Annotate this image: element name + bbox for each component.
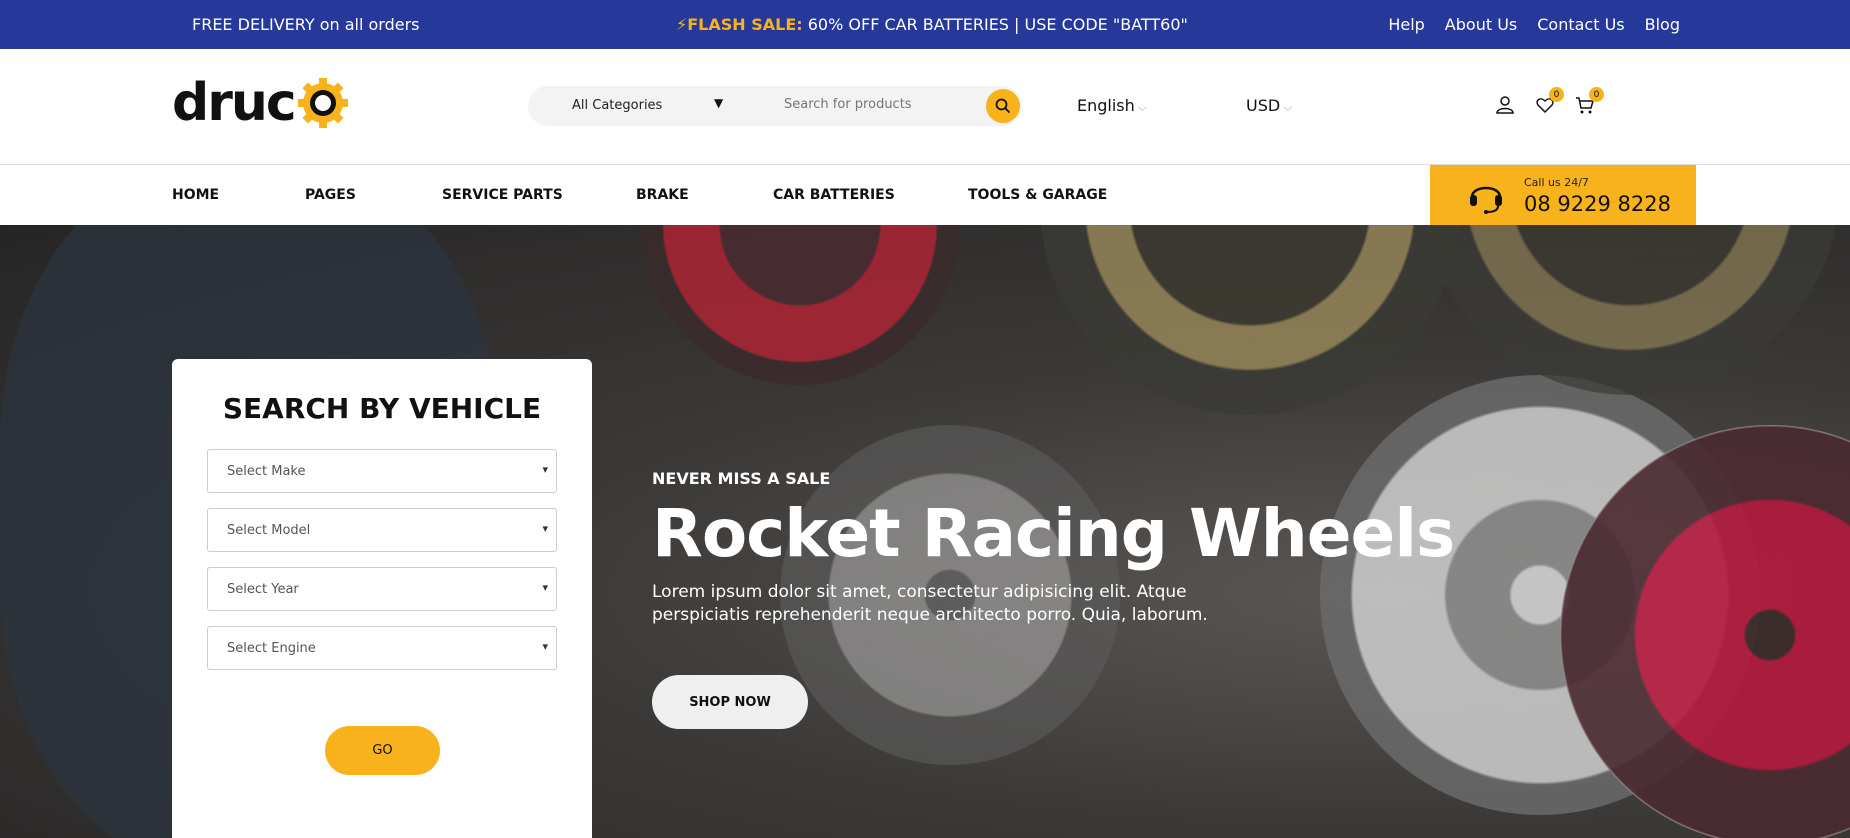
site-header: druc All Categories ▼ Search for product…: [0, 49, 1850, 165]
language-selector[interactable]: English ⌵: [1077, 96, 1147, 115]
hero-description: Lorem ipsum dolor sit amet, consectetur …: [652, 582, 1208, 625]
chevron-down-icon: ▾: [542, 581, 548, 594]
flash-sale-label: FLASH SALE:: [687, 15, 803, 34]
blog-link[interactable]: Blog: [1645, 15, 1680, 34]
hero-wheel-image: [640, 225, 960, 385]
select-engine-label: Select Engine: [227, 641, 316, 656]
select-model-label: Select Model: [227, 523, 311, 538]
search-button[interactable]: [986, 89, 1020, 123]
call-us-number: 08 9229 8228: [1524, 192, 1671, 216]
about-us-link[interactable]: About Us: [1445, 15, 1517, 34]
gear-logo-icon: [297, 78, 348, 128]
chevron-down-icon: ⌵: [1137, 100, 1147, 114]
hero-banner: SEARCH BY VEHICLE Select Make ▾ Select M…: [0, 225, 1850, 838]
wishlist-count-badge: 0: [1549, 87, 1564, 102]
nav-item-home[interactable]: HOME: [172, 187, 219, 203]
select-make-label: Select Make: [227, 464, 306, 479]
call-us-box[interactable]: Call us 24/7 08 9229 8228: [1430, 165, 1696, 225]
nav-item-brake[interactable]: BRAKE: [636, 187, 689, 203]
chevron-down-icon: ▾: [542, 463, 548, 476]
cart-count-badge: 0: [1589, 87, 1604, 102]
top-announcement-bar: FREE DELIVERY on all orders ⚡FLASH SALE:…: [0, 0, 1850, 49]
nav-item-service-parts[interactable]: SERVICE PARTS: [442, 187, 563, 203]
cart-button[interactable]: 0: [1575, 87, 1604, 115]
select-engine-dropdown[interactable]: Select Engine ▾: [207, 626, 557, 670]
chevron-down-icon: ▼: [714, 96, 724, 110]
currency-value: USD: [1246, 96, 1281, 115]
select-year-label: Select Year: [227, 582, 299, 597]
search-input[interactable]: [784, 97, 984, 112]
select-model-dropdown[interactable]: Select Model ▾: [207, 508, 557, 552]
chevron-down-icon: ⌵: [1283, 100, 1293, 114]
help-link[interactable]: Help: [1388, 15, 1424, 34]
lightning-icon: ⚡: [676, 15, 688, 34]
currency-selector[interactable]: USD ⌵: [1246, 96, 1292, 115]
vehicle-search-title: SEARCH BY VEHICLE: [222, 392, 542, 425]
hero-title: Rocket Racing Wheels: [652, 495, 1455, 572]
call-us-label: Call us 24/7: [1524, 176, 1589, 189]
account-button[interactable]: [1495, 95, 1515, 115]
free-delivery-text: FREE DELIVERY on all orders: [192, 15, 420, 34]
main-navigation: HOME PAGES SERVICE PARTS BRAKE CAR BATTE…: [0, 165, 1850, 225]
user-icon: [1496, 96, 1514, 114]
search-icon: [995, 98, 1011, 114]
category-select[interactable]: All Categories: [572, 98, 662, 113]
headset-icon: [1470, 186, 1502, 214]
nav-item-pages[interactable]: PAGES: [305, 187, 356, 203]
flash-sale-banner: ⚡FLASH SALE: 60% OFF CAR BATTERIES | USE…: [676, 15, 1188, 34]
go-button[interactable]: GO: [325, 726, 440, 775]
language-value: English: [1077, 96, 1135, 115]
chevron-down-icon: ▾: [542, 640, 548, 653]
contact-us-link[interactable]: Contact Us: [1537, 15, 1624, 34]
druco-logo[interactable]: druc: [172, 73, 349, 133]
select-year-dropdown[interactable]: Select Year ▾: [207, 567, 557, 611]
select-make-dropdown[interactable]: Select Make ▾: [207, 449, 557, 493]
vehicle-search-card: SEARCH BY VEHICLE Select Make ▾ Select M…: [172, 359, 592, 838]
header-icons: 0 0: [1495, 87, 1604, 115]
wishlist-button[interactable]: 0: [1535, 87, 1564, 115]
hero-kicker: NEVER MISS A SALE: [652, 469, 831, 488]
logo-text: druc: [172, 73, 297, 133]
chevron-down-icon: ▾: [542, 522, 548, 535]
shop-now-button[interactable]: SHOP NOW: [652, 675, 808, 729]
top-links: Help About Us Contact Us Blog: [1388, 15, 1680, 34]
product-search-bar: All Categories ▼: [528, 86, 1022, 126]
hero-wheel-image: [1420, 225, 1840, 395]
hero-wheel-image: [1040, 225, 1460, 415]
nav-item-tools-garage[interactable]: TOOLS & GARAGE: [968, 187, 1107, 203]
flash-sale-text: 60% OFF CAR BATTERIES | USE CODE "BATT60…: [807, 15, 1188, 34]
nav-item-car-batteries[interactable]: CAR BATTERIES: [773, 187, 895, 203]
